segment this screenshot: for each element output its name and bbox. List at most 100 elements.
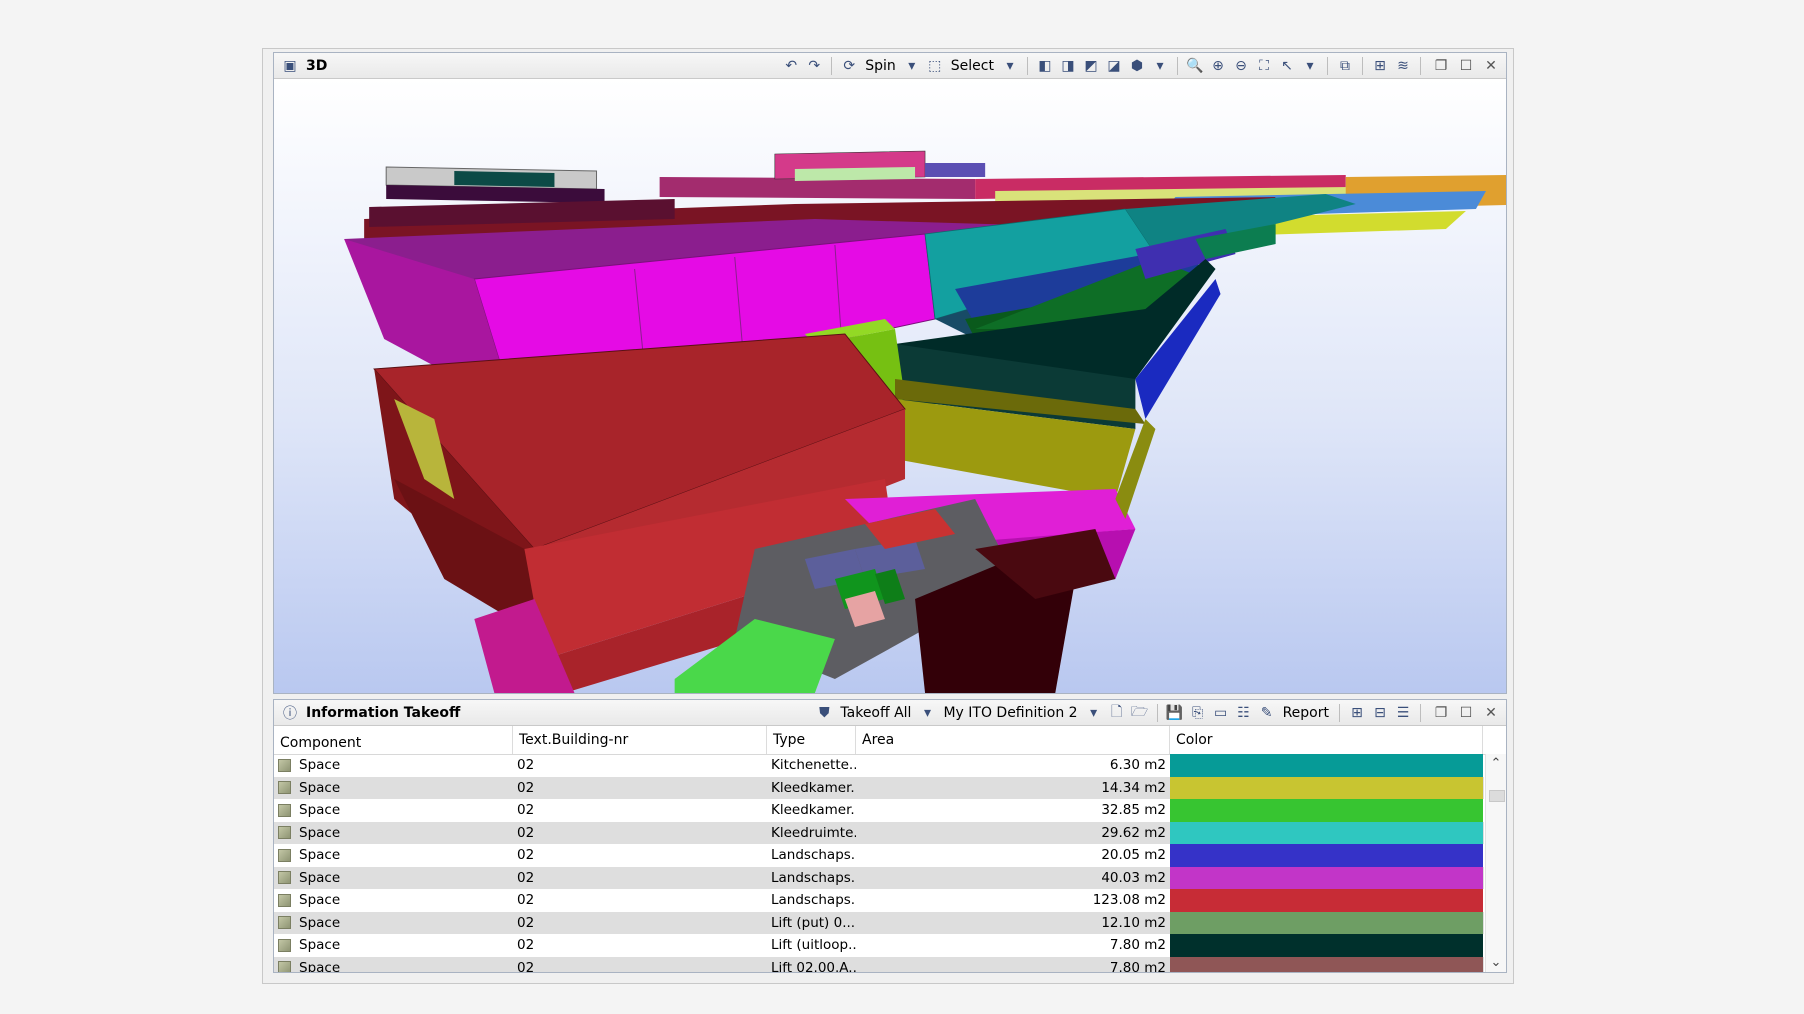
space-cube-icon [278, 758, 291, 772]
open-folder-icon[interactable]: 🗁 [1130, 703, 1150, 723]
restore-icon[interactable]: ❐ [1432, 57, 1450, 75]
scroll-down-icon[interactable]: ⌄ [1486, 955, 1506, 970]
ito-definition-select[interactable]: My ITO Definition 2 [940, 703, 1080, 723]
color-swatch [1170, 844, 1483, 867]
maximize-icon[interactable]: ☐ [1457, 704, 1475, 722]
color-swatch [1170, 911, 1483, 934]
component-name: Space [299, 914, 341, 931]
column-header-color[interactable]: Color [1170, 726, 1483, 754]
type-cell: Lift (put) 0... [771, 914, 856, 931]
component-name: Space [299, 779, 341, 796]
view-top-icon[interactable]: ◩ [1081, 56, 1101, 76]
component-cell: Space [274, 777, 513, 800]
collapse-all-icon[interactable]: ⊟ [1370, 703, 1390, 723]
table-row[interactable]: Space 02 Kleedruimte... 29.62 m2 [274, 821, 1484, 844]
new-definition-icon[interactable]: 🗋 [1107, 703, 1127, 723]
render-dropdown-icon[interactable]: ▾ [1150, 56, 1170, 76]
ito-titlebar: ⓘ Information Takeoff ⛊ Takeoff All ▾ My… [274, 700, 1506, 726]
toolbar-separator [1420, 56, 1421, 75]
view-side-icon[interactable]: ◨ [1058, 56, 1078, 76]
maximize-icon[interactable]: ☐ [1457, 57, 1475, 75]
color-swatch [1170, 799, 1483, 822]
color-swatch [1170, 866, 1483, 889]
view-front-icon[interactable]: ◧ [1035, 56, 1055, 76]
table-row[interactable]: Space 02 Lift (uitloop... 7.80 m2 [274, 934, 1484, 957]
building-nr-cell: 02 [517, 847, 535, 863]
color-swatch [1170, 934, 1483, 957]
component-name: Space [299, 937, 341, 954]
table-row[interactable]: Space 02 Kleedkamer... 14.34 m2 [274, 776, 1484, 800]
type-cell: Kitchenette... [771, 757, 856, 773]
column-header-component[interactable]: Component [274, 726, 513, 754]
3d-view-titlebar: ▣ 3D ↶ ↷ ⟳ Spin ▾ ⬚ Select ▾ ◧ ◨ ◩ ◪ ⬢ ▾ [274, 53, 1506, 79]
application-window: ▣ 3D ↶ ↷ ⟳ Spin ▾ ⬚ Select ▾ ◧ ◨ ◩ ◪ ⬢ ▾ [262, 48, 1514, 984]
column-header-building-nr[interactable]: Text.Building-nr [513, 726, 767, 754]
layers-icon[interactable]: ≋ [1393, 56, 1413, 76]
type-cell: Landschaps... [771, 892, 856, 908]
definition-dropdown-icon[interactable]: ▾ [1084, 703, 1104, 723]
type-cell: Kleedkamer... [771, 802, 856, 818]
type-cell: Lift 02.00.A... [771, 959, 856, 973]
scroll-up-icon[interactable]: ⌃ [1486, 756, 1506, 771]
component-name: Space [299, 959, 341, 972]
scrollbar-thumb[interactable] [1489, 790, 1505, 802]
vertical-scrollbar[interactable]: ⌃ ⌄ [1485, 754, 1506, 972]
select-icon[interactable]: ⬚ [925, 56, 945, 76]
table-row[interactable]: Space 02 Landschaps... 123.08 m2 [274, 889, 1484, 912]
takeoff-icon[interactable]: ⛊ [814, 703, 834, 723]
takeoff-dropdown-icon[interactable]: ▾ [917, 703, 937, 723]
close-icon[interactable]: ✕ [1482, 704, 1500, 722]
spin-button[interactable]: Spin [862, 56, 899, 76]
undo-view-icon[interactable]: ↶ [781, 56, 801, 76]
save-as-icon[interactable]: ⎘ [1188, 703, 1208, 723]
3d-viewport[interactable] [274, 79, 1506, 693]
group-icon[interactable]: ☰ [1393, 703, 1413, 723]
column-header-type[interactable]: Type [767, 726, 856, 754]
takeoff-all-button[interactable]: Takeoff All [837, 703, 914, 723]
zoom-out-icon[interactable]: ⊖ [1231, 56, 1251, 76]
render-mode-icon[interactable]: ⬢ [1127, 56, 1147, 76]
pointer-dropdown-icon[interactable]: ▾ [1300, 56, 1320, 76]
zoom-extents-icon[interactable]: ⛶ [1254, 56, 1274, 76]
type-cell: Kleedkamer... [771, 779, 856, 796]
space-cube-icon [278, 826, 291, 840]
report-icon[interactable]: ✎ [1257, 703, 1277, 723]
select-dropdown-icon[interactable]: ▾ [1000, 56, 1020, 76]
pointer-icon[interactable]: ↖ [1277, 56, 1297, 76]
box-icon[interactable]: ⧉ [1335, 56, 1355, 76]
component-cell: Space [274, 912, 513, 935]
column-header-area[interactable]: Area [856, 726, 1170, 754]
ito-toolbar: ⛊ Takeoff All ▾ My ITO Definition 2 ▾ 🗋 … [814, 703, 1500, 723]
redo-view-icon[interactable]: ↷ [804, 56, 824, 76]
toolbar-separator [1027, 56, 1028, 75]
component-name: Space [299, 824, 341, 841]
model-tree-icon[interactable]: ⊞ [1370, 56, 1390, 76]
list-settings-icon[interactable]: ☷ [1234, 703, 1254, 723]
spin-icon[interactable]: ⟳ [839, 56, 859, 76]
zoom-icon[interactable]: 🔍 [1185, 56, 1205, 76]
color-swatch [1170, 754, 1483, 777]
spin-dropdown-icon[interactable]: ▾ [902, 56, 922, 76]
zoom-in-icon[interactable]: ⊕ [1208, 56, 1228, 76]
table-row[interactable]: Space 02 Landschaps... 40.03 m2 [274, 866, 1484, 890]
table-row[interactable]: Space 02 Kitchenette... 6.30 m2 [274, 754, 1484, 777]
component-name: Space [299, 869, 341, 886]
table-row[interactable]: Space 02 Lift (put) 0... 12.10 m2 [274, 911, 1484, 935]
table-row[interactable]: Space 02 Landschaps... 20.05 m2 [274, 844, 1484, 867]
toolbar-separator [1362, 56, 1363, 75]
table-body: Space 02 Kitchenette... 6.30 m2 Space 02 Kleed… [274, 754, 1484, 972]
save-icon[interactable]: 💾 [1165, 703, 1185, 723]
view-iso-icon[interactable]: ◪ [1104, 56, 1124, 76]
select-button[interactable]: Select [948, 56, 997, 76]
toolbar-separator [1327, 56, 1328, 75]
component-cell: Space [274, 844, 513, 867]
close-icon[interactable]: ✕ [1482, 57, 1500, 75]
report-button[interactable]: Report [1280, 703, 1332, 723]
table-row[interactable]: Space 02 Kleedkamer... 32.85 m2 [274, 799, 1484, 822]
table-row[interactable]: Space 02 Lift 02.00.A... 7.80 m2 [274, 956, 1484, 973]
component-cell: Space [274, 867, 513, 890]
area-cell: 123.08 m2 [1092, 892, 1166, 908]
restore-icon[interactable]: ❐ [1432, 704, 1450, 722]
folder-icon[interactable]: ▭ [1211, 703, 1231, 723]
expand-all-icon[interactable]: ⊞ [1347, 703, 1367, 723]
